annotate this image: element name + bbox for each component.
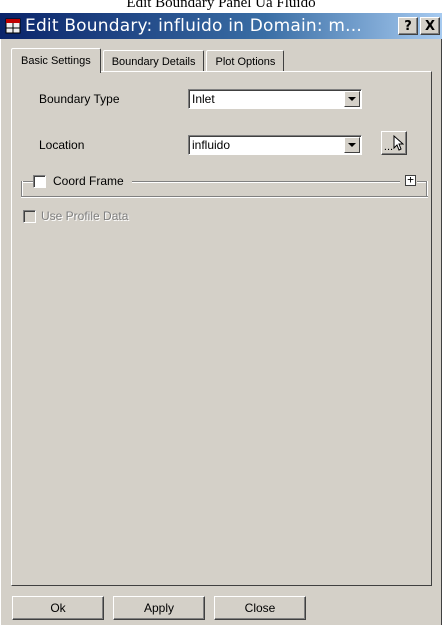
app-icon [4, 17, 22, 35]
use-profile-data-label: Use Profile Data [41, 209, 129, 223]
ellipsis-label: ... [383, 141, 394, 153]
basic-settings-panel: Boundary Type Inlet Location influido ..… [11, 71, 432, 586]
coord-frame-label: Coord Frame [53, 174, 124, 188]
group-border-right [426, 181, 428, 197]
window-title: Edit Boundary: influido in Domain: m... [25, 16, 362, 36]
coord-frame-checkbox[interactable] [33, 175, 46, 188]
boundary-type-select[interactable]: Inlet [188, 89, 362, 109]
use-profile-data-checkbox[interactable] [23, 210, 36, 223]
tab-plot-options[interactable]: Plot Options [206, 50, 285, 72]
title-bar[interactable]: Edit Boundary: influido in Domain: m... … [0, 13, 442, 39]
location-label: Location [39, 138, 85, 152]
help-button[interactable]: ? [398, 17, 418, 35]
chevron-down-icon[interactable] [344, 91, 360, 107]
close-window-button[interactable]: X [420, 17, 440, 35]
boundary-type-value: Inlet [192, 92, 215, 106]
location-value: influido [192, 138, 231, 152]
location-select[interactable]: influido [188, 135, 362, 155]
tab-boundary-details[interactable]: Boundary Details [102, 50, 205, 72]
expand-plus-icon[interactable]: + [405, 174, 416, 186]
boundary-type-label: Boundary Type [39, 92, 120, 106]
cursor-arrow-icon [393, 134, 405, 154]
chevron-down-icon[interactable] [344, 137, 360, 153]
group-border-left [21, 181, 23, 197]
location-picker-button[interactable]: ... [381, 131, 407, 155]
group-border-bottom [21, 196, 428, 198]
group-border-top-right [132, 181, 400, 183]
ok-button[interactable]: Ok [12, 596, 104, 620]
window-caption-text: Edit Boundary Panel Ua Fluido [126, 0, 316, 11]
apply-button[interactable]: Apply [113, 596, 205, 620]
dialog-body: Basic Settings Boundary Details Plot Opt… [0, 39, 442, 625]
tab-bar: Basic Settings Boundary Details Plot Opt… [11, 48, 286, 73]
close-button[interactable]: Close [214, 596, 306, 620]
tab-basic-settings[interactable]: Basic Settings [11, 48, 101, 73]
